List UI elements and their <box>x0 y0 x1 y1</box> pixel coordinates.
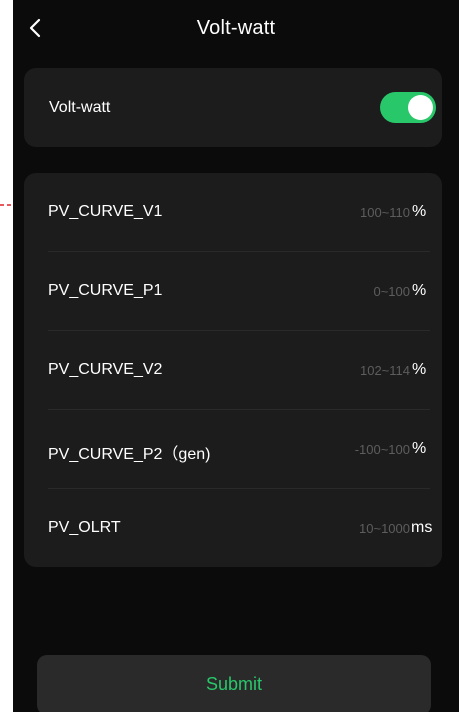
param-unit: % <box>412 440 427 457</box>
volt-watt-toggle-card: Volt-watt <box>24 68 442 147</box>
param-unit: % <box>412 282 427 299</box>
param-unit: ms <box>411 519 433 536</box>
toggle-label: Volt-watt <box>49 99 111 116</box>
app-screen: Volt-watt Volt-watt PV_CURVE_V1 100~110 … <box>13 0 459 712</box>
param-label: PV_CURVE_V2 <box>48 361 163 378</box>
param-label: PV_CURVE_V1 <box>48 203 163 220</box>
param-label: PV_CURVE_P1 <box>48 282 163 299</box>
param-range: 100~110 <box>359 205 410 220</box>
param-unit: % <box>412 361 427 378</box>
toggle-knob <box>408 95 433 120</box>
volt-watt-toggle[interactable] <box>380 92 436 123</box>
param-row-pv-curve-p1[interactable]: PV_CURVE_P1 0~100 % <box>24 252 442 330</box>
param-row-pv-curve-v1[interactable]: PV_CURVE_V1 100~110 % <box>24 173 442 251</box>
param-range: -100~100 <box>354 442 410 457</box>
top-bar: Volt-watt <box>13 0 459 64</box>
param-range: 10~1000 <box>359 521 410 536</box>
parameters-list: PV_CURVE_V1 100~110 % PV_CURVE_P1 0~100 … <box>24 173 442 567</box>
param-label: PV_OLRT <box>48 519 121 536</box>
param-range: 102~114 <box>359 363 410 378</box>
submit-button[interactable]: Submit <box>37 655 431 712</box>
param-label: PV_CURVE_P2（gen) <box>48 446 211 463</box>
param-unit: % <box>412 203 427 220</box>
param-range: 0~100 <box>373 284 410 299</box>
page-title: Volt-watt <box>196 17 276 39</box>
param-row-pv-olrt[interactable]: PV_OLRT 10~1000 ms <box>24 489 442 567</box>
param-row-pv-curve-p2-gen[interactable]: PV_CURVE_P2（gen) -100~100 % <box>24 410 442 488</box>
param-row-pv-curve-v2[interactable]: PV_CURVE_V2 102~114 % <box>24 331 442 409</box>
